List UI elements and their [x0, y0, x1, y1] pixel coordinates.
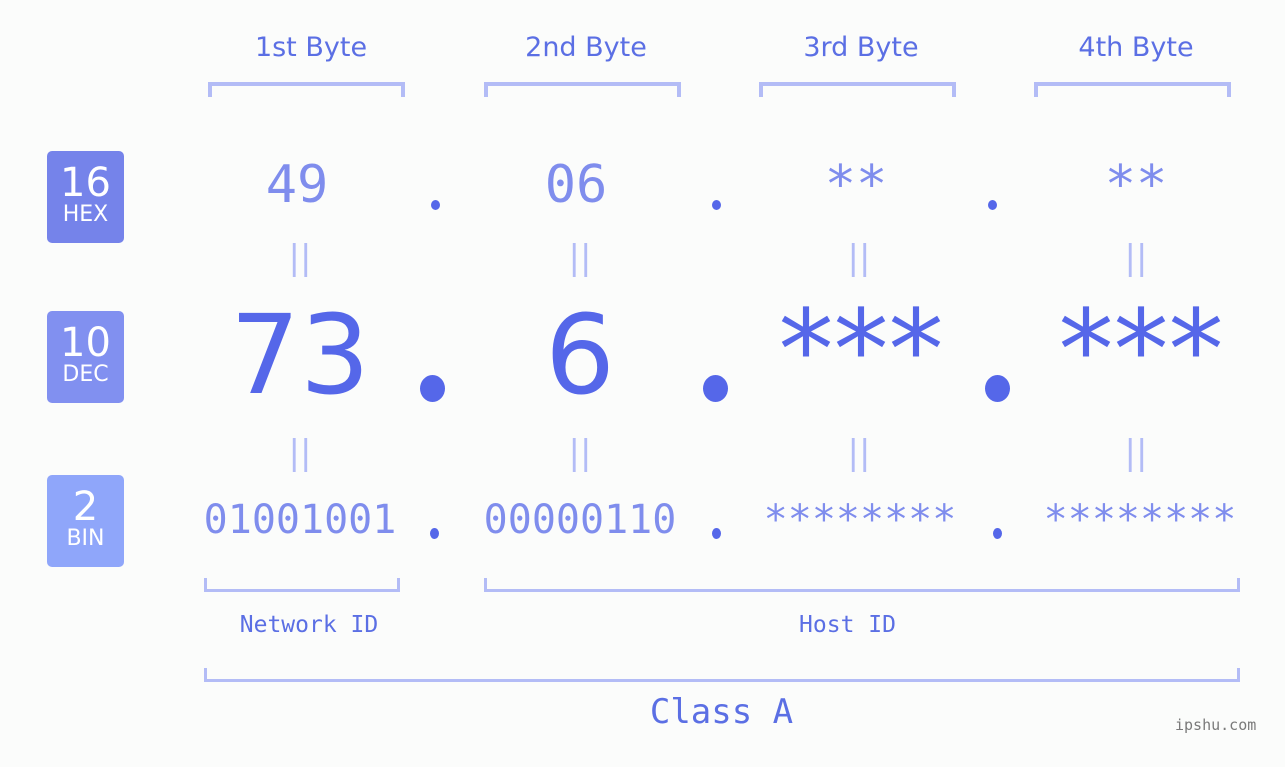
- class-label: Class A: [649, 692, 794, 732]
- byte-4-header: 4th Byte: [1078, 32, 1194, 63]
- dec-value-2: 6: [545, 291, 615, 419]
- dec-badge-label: DEC: [62, 362, 109, 387]
- byte-3-bracket: [759, 82, 956, 97]
- dec-dot-separator: [985, 375, 1010, 402]
- hex-value-3: **: [824, 155, 888, 215]
- hex-value-2: 06: [544, 155, 608, 215]
- equals-sign: ||: [288, 433, 312, 473]
- byte-4-bracket: [1034, 82, 1231, 97]
- host-id-label: Host ID: [799, 612, 896, 638]
- dec-value-4: ***: [1058, 286, 1224, 414]
- dec-badge: 10 DEC: [47, 311, 124, 403]
- network-id-bracket: [204, 578, 400, 592]
- hex-badge: 16 HEX: [47, 151, 124, 243]
- bin-dot-separator: [993, 528, 1002, 539]
- hex-badge-label: HEX: [62, 202, 109, 227]
- equals-sign: ||: [568, 238, 592, 278]
- hex-value-4: **: [1104, 155, 1168, 215]
- hex-value-1: 49: [265, 155, 329, 215]
- equals-sign: ||: [568, 433, 592, 473]
- byte-1-bracket: [208, 82, 405, 97]
- host-id-bracket: [484, 578, 1240, 592]
- dec-dot-separator: [703, 375, 728, 402]
- bin-value-1: 01001001: [203, 497, 397, 543]
- hex-dot-separator: [712, 200, 721, 210]
- equals-sign: ||: [847, 238, 871, 278]
- bin-value-3: ********: [763, 497, 957, 543]
- network-id-label: Network ID: [239, 612, 379, 638]
- watermark: ipshu.com: [1175, 716, 1257, 734]
- bin-badge-number: 2: [72, 484, 99, 530]
- dec-value-3: ***: [778, 286, 944, 414]
- bin-value-4: ********: [1043, 497, 1237, 543]
- equals-sign: ||: [288, 238, 312, 278]
- class-bracket: [204, 668, 1240, 682]
- equals-sign: ||: [847, 433, 871, 473]
- bin-badge-label: BIN: [66, 526, 105, 551]
- hex-badge-number: 16: [60, 160, 111, 206]
- dec-value-1: 73: [230, 291, 370, 419]
- bin-dot-separator: [430, 528, 439, 539]
- hex-dot-separator: [988, 200, 997, 210]
- byte-2-bracket: [484, 82, 681, 97]
- byte-1-header: 1st Byte: [254, 32, 368, 63]
- byte-2-header: 2nd Byte: [525, 32, 647, 63]
- bin-badge: 2 BIN: [47, 475, 124, 567]
- dec-badge-number: 10: [60, 320, 111, 366]
- dec-dot-separator: [420, 375, 445, 402]
- equals-sign: ||: [1124, 238, 1148, 278]
- hex-dot-separator: [431, 200, 440, 210]
- bin-dot-separator: [712, 528, 721, 539]
- equals-sign: ||: [1124, 433, 1148, 473]
- bin-value-2: 00000110: [483, 497, 677, 543]
- byte-3-header: 3rd Byte: [803, 32, 919, 63]
